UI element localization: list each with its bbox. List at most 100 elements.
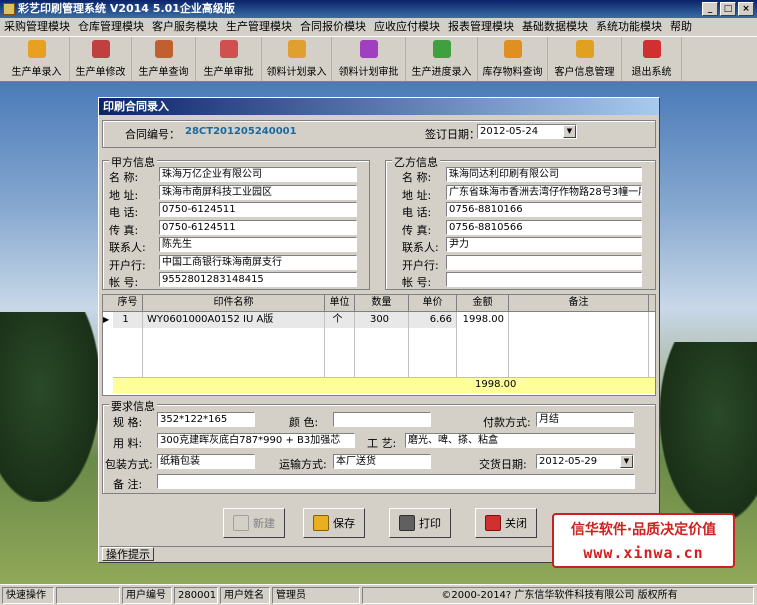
material-field[interactable]: 300克建晖灰底白787*990 + B3加强芯 bbox=[157, 433, 355, 448]
toolbar-material-plan-approve-button[interactable]: 领料计划审批 bbox=[332, 37, 406, 81]
column-header-no[interactable]: 序号 bbox=[113, 295, 143, 311]
party-a-name-field[interactable]: 珠海万亿企业有限公司 bbox=[159, 167, 357, 182]
print-button-label: 打印 bbox=[419, 517, 441, 530]
close-window-button[interactable]: × bbox=[738, 2, 754, 16]
save-icon bbox=[313, 515, 329, 531]
production-order-query-icon bbox=[154, 40, 173, 58]
color-field[interactable] bbox=[333, 412, 431, 427]
contract-no-value: 28CT201205240001 bbox=[185, 126, 297, 137]
close-button[interactable]: 关闭 bbox=[475, 508, 537, 538]
column-header-qty[interactable]: 数量 bbox=[355, 295, 409, 311]
user-name-label: 用户姓名 bbox=[220, 587, 270, 604]
party-a-address-label: 地 址: bbox=[109, 188, 139, 202]
toolbar-inventory-query-button[interactable]: 库存物料查询 bbox=[478, 37, 548, 81]
dropdown-arrow-icon[interactable]: ▼ bbox=[563, 125, 576, 138]
column-header-amount[interactable]: 金额 bbox=[457, 295, 509, 311]
party-a-phone-field[interactable]: 0750-6124511 bbox=[159, 202, 357, 217]
user-name: 管理员 bbox=[272, 587, 360, 604]
column-header-unit[interactable]: 单位 bbox=[325, 295, 355, 311]
cell-amount[interactable]: 1998.00 bbox=[457, 312, 509, 377]
spec-label: 规 格: bbox=[113, 416, 143, 429]
print-button[interactable]: 打印 bbox=[389, 508, 451, 538]
party-a-account-field[interactable]: 9552801283148415 bbox=[159, 272, 357, 287]
menu-contract[interactable]: 合同报价模块 bbox=[296, 18, 370, 36]
menu-basedata[interactable]: 基础数据模块 bbox=[518, 18, 592, 36]
party-b-address-field[interactable]: 广东省珠海市香洲去湾仔作物路28号3幢一层 bbox=[446, 184, 642, 200]
stamp-url: www.xinwa.cn bbox=[583, 544, 704, 562]
toolbar-production-order-approve-button[interactable]: 生产单审批 bbox=[196, 37, 262, 81]
cell-note[interactable] bbox=[509, 312, 649, 377]
cell-no[interactable]: 1 bbox=[113, 312, 143, 377]
toolbar-exit-system-button[interactable]: 退出系统 bbox=[622, 37, 682, 81]
delivery-date-picker[interactable]: 2012-05-29 ▼ bbox=[536, 454, 634, 469]
toolbar-production-order-query-button[interactable]: 生产单查询 bbox=[132, 37, 196, 81]
toolbar-label: 生产单审批 bbox=[203, 67, 254, 78]
party-a-address-field[interactable]: 珠海市南屏科技工业园区 bbox=[159, 184, 357, 200]
production-order-entry-icon bbox=[27, 40, 46, 58]
menu-finance[interactable]: 应收应付模块 bbox=[370, 18, 444, 36]
user-no: 280001 bbox=[174, 587, 218, 604]
party-a-contact-field[interactable]: 陈先生 bbox=[159, 237, 357, 252]
party-b-name-field[interactable]: 珠海同达利印刷有限公司 bbox=[446, 167, 642, 182]
toolbar-production-order-entry-button[interactable]: 生产单录入 bbox=[4, 37, 70, 81]
new-button-label: 新建 bbox=[253, 517, 275, 530]
column-header-note[interactable]: 备注 bbox=[509, 295, 649, 311]
toolbar-customer-info-button[interactable]: 客户信息管理 bbox=[548, 37, 622, 81]
menu-purchase[interactable]: 采购管理模块 bbox=[0, 18, 74, 36]
production-order-approve-icon bbox=[219, 40, 238, 58]
toolbar-label: 客户信息管理 bbox=[554, 67, 615, 78]
menu-help[interactable]: 帮助 bbox=[666, 18, 696, 36]
menu-system[interactable]: 系统功能模块 bbox=[592, 18, 666, 36]
party-a-account-label: 帐 号: bbox=[109, 276, 139, 289]
background-tree bbox=[660, 342, 757, 522]
spec-field[interactable]: 352*122*165 bbox=[157, 412, 255, 427]
remark-field[interactable] bbox=[157, 474, 635, 489]
toolbar-label: 生产进度录入 bbox=[411, 67, 472, 78]
items-grid[interactable]: 序号 印件名称 单位 数量 单价 金额 备注 ▶ 1 WY0601000A0152 IU A版… bbox=[102, 294, 656, 396]
status-spacer bbox=[56, 587, 120, 604]
toolbar-production-order-edit-button[interactable]: 生产单修改 bbox=[70, 37, 132, 81]
minimize-button[interactable]: _ bbox=[702, 2, 718, 16]
hint-tab[interactable]: 操作提示 bbox=[102, 547, 154, 561]
delivery-date-label: 交货日期: bbox=[479, 458, 527, 471]
party-b-contact-label: 联系人: bbox=[402, 241, 439, 254]
toolbar-material-plan-entry-button[interactable]: 领料计划录入 bbox=[262, 37, 332, 81]
inventory-query-icon bbox=[503, 40, 522, 58]
party-b-account-field[interactable] bbox=[446, 272, 642, 287]
material-plan-approve-icon bbox=[359, 40, 378, 58]
party-a-bank-field[interactable]: 中国工商银行珠海南屏支行 bbox=[159, 254, 357, 270]
menu-warehouse[interactable]: 仓库管理模块 bbox=[74, 18, 148, 36]
party-b-bank-field[interactable] bbox=[446, 254, 642, 270]
shipping-field[interactable]: 本厂送货 bbox=[333, 454, 431, 469]
toolbar-progress-entry-button[interactable]: 生产进度录入 bbox=[406, 37, 478, 81]
sign-date-picker[interactable]: 2012-05-24 ▼ bbox=[477, 124, 577, 139]
quick-actions[interactable]: 快速操作 bbox=[2, 587, 54, 604]
color-label: 颜 色: bbox=[289, 416, 319, 429]
maximize-button[interactable]: □ bbox=[720, 2, 736, 16]
save-button[interactable]: 保存 bbox=[303, 508, 365, 538]
cell-price[interactable]: 6.66 bbox=[409, 312, 457, 377]
party-b-phone-field[interactable]: 0756-8810166 bbox=[446, 202, 642, 217]
column-header-price[interactable]: 单价 bbox=[409, 295, 457, 311]
party-a-bank-label: 开户行: bbox=[109, 258, 146, 272]
packing-field[interactable]: 纸箱包装 bbox=[157, 454, 255, 469]
dropdown-arrow-icon[interactable]: ▼ bbox=[620, 455, 633, 468]
new-button[interactable]: 新建 bbox=[223, 508, 285, 538]
cell-name[interactable]: WY0601000A0152 IU A版 bbox=[143, 312, 325, 377]
menu-reports[interactable]: 报表管理模块 bbox=[444, 18, 518, 36]
column-header-name[interactable]: 印件名称 bbox=[143, 295, 325, 311]
toolbar-label: 库存物料查询 bbox=[482, 67, 543, 78]
window-titlebar: 彩艺印刷管理系统 V2014 5.01企业高级版 _ □ × bbox=[0, 0, 757, 18]
menu-customer[interactable]: 客户服务模块 bbox=[148, 18, 222, 36]
cell-unit[interactable]: 个 bbox=[325, 312, 355, 377]
cell-qty[interactable]: 300 bbox=[355, 312, 409, 377]
menu-production[interactable]: 生产管理模块 bbox=[222, 18, 296, 36]
party-b-fax-field[interactable]: 0756-8810566 bbox=[446, 219, 642, 235]
toolbar: 生产单录入 生产单修改 生产单查询 生产单审批 领料计划录入 领料计划审批 生产进度录入 库存… bbox=[0, 36, 757, 82]
payment-field[interactable]: 月结 bbox=[536, 412, 634, 427]
party-a-fax-field[interactable]: 0750-6124511 bbox=[159, 219, 357, 235]
party-b-contact-field[interactable]: 尹力 bbox=[446, 237, 642, 252]
exit-system-icon bbox=[642, 40, 661, 58]
process-field[interactable]: 磨光、啤、搽、粘盒 bbox=[405, 433, 635, 448]
party-a-contact-label: 联系人: bbox=[109, 241, 146, 254]
